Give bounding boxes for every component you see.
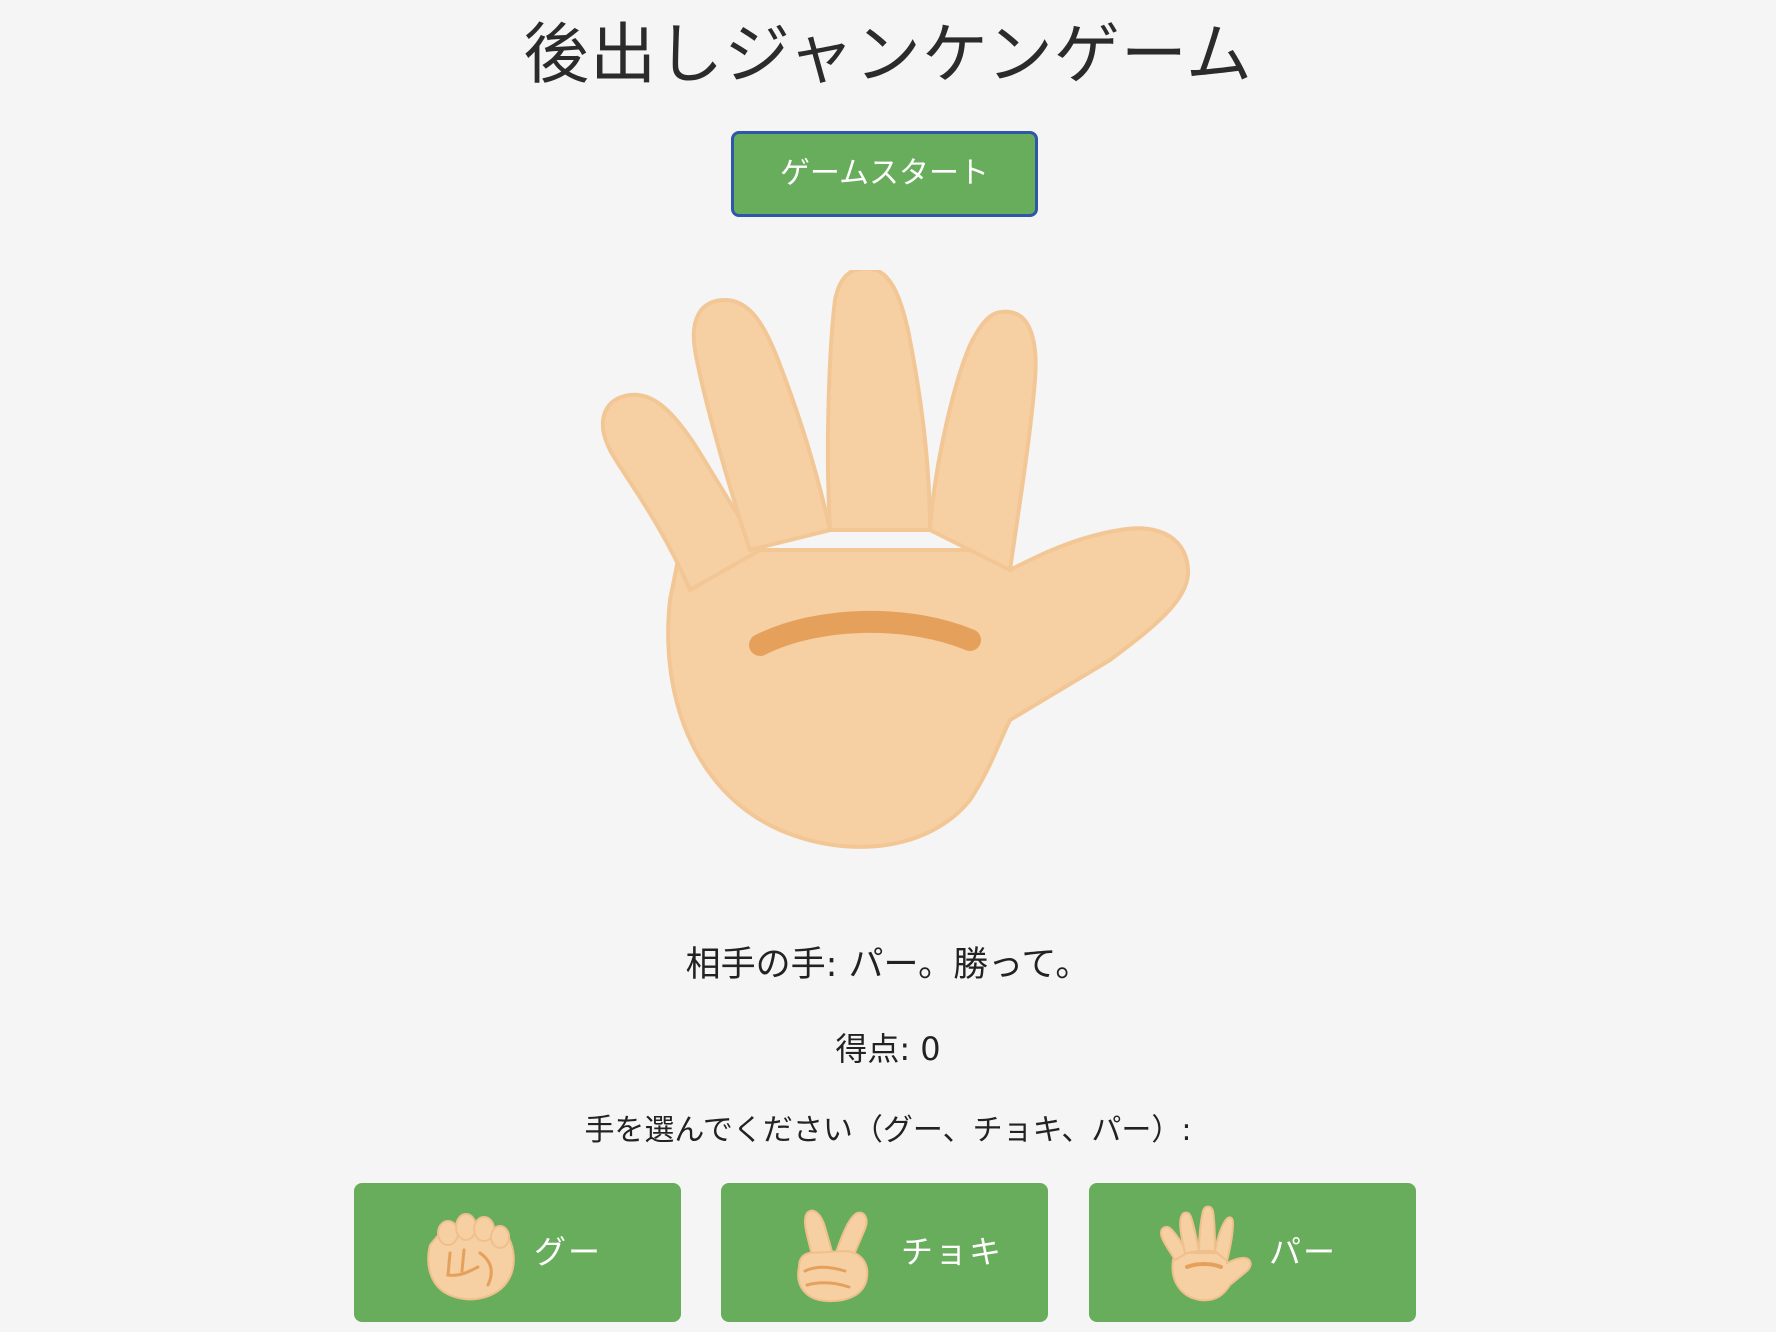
scissors-button[interactable]: チョキ <box>721 1183 1048 1322</box>
paper-hand-icon <box>1159 1205 1252 1302</box>
scissors-hand-icon <box>797 1209 869 1303</box>
game-page: 後出しジャンケンゲーム ゲームスタート 相手の手: パー。勝って。 得点: 0 … <box>0 0 1776 1332</box>
rock-button-label: グー <box>534 1233 603 1271</box>
rock-fist-icon <box>427 1213 515 1301</box>
page-title: 後出しジャンケンゲーム <box>523 16 1253 93</box>
paper-hand-icon <box>600 270 1190 849</box>
opponent-hand-message: 相手の手: パー。勝って。 <box>685 945 1091 985</box>
paper-button[interactable]: パー <box>1089 1183 1416 1322</box>
paper-button-label: パー <box>1269 1233 1338 1271</box>
choose-hand-prompt: 手を選んでください（グー、チョキ、パー）: <box>584 1113 1192 1148</box>
game-start-button[interactable]: ゲームスタート <box>731 131 1038 217</box>
rock-button[interactable]: グー <box>354 1183 681 1322</box>
scissors-button-label: チョキ <box>901 1233 1004 1271</box>
score-display: 得点: 0 <box>835 1030 941 1068</box>
